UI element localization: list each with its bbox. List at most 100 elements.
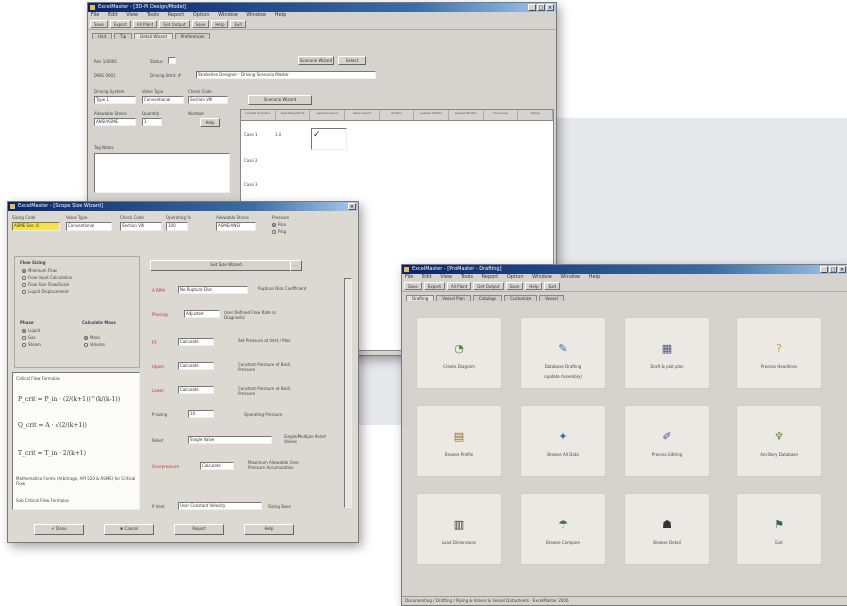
menu-tools[interactable]: Tools (147, 12, 159, 18)
check-code-select[interactable]: Section VIII (120, 222, 162, 231)
close-button[interactable]: × (546, 4, 554, 11)
right-row-select[interactable]: Single Valve (188, 436, 272, 444)
cancel-button[interactable]: ✖ Cancel (104, 524, 154, 535)
tile-ancillary-database[interactable]: ♆ Ancillary Database (736, 405, 822, 477)
flow-option-scale[interactable]: Flow Size Flow/Scale (22, 282, 69, 287)
tile-browse-all-data[interactable]: ✦ Browse All Data (520, 405, 606, 477)
toolbar-export-button[interactable]: Export (423, 282, 445, 290)
scrollbar[interactable] (344, 278, 352, 508)
toolbar-all-plant-button[interactable]: All Plant (132, 20, 158, 28)
tile-draft-plot-plan[interactable]: ▦ Draft & plot plan (624, 317, 710, 389)
grid-header-cell[interactable]: Operating Mode (276, 110, 311, 120)
right-row-select[interactable]: User Constant Velocity (178, 502, 262, 510)
flow-option-input[interactable]: Flow Input Calculation (22, 275, 72, 280)
toolbar-save-2-button[interactable]: Save (505, 282, 524, 290)
minimize-button[interactable]: _ (820, 266, 828, 273)
sizing-code-select[interactable]: ASME Sec. 8 (12, 222, 60, 231)
back-window-titlebar[interactable]: ExcelMaster - [3D-Pi Design/Model] _ □ × (88, 3, 556, 12)
menu-window[interactable]: Window (218, 12, 238, 18)
toolbar-export-button[interactable]: Export (109, 20, 131, 28)
minimize-button[interactable]: _ (528, 4, 536, 11)
status-checkbox[interactable] (168, 57, 176, 64)
phase-option-steam[interactable]: Steam (22, 342, 41, 347)
calc-option-mass[interactable]: Mass (84, 335, 100, 340)
menu-file[interactable]: File (91, 12, 99, 18)
scenario-wizard-button[interactable]: Scenario Wizard (248, 95, 312, 105)
menu-edit[interactable]: Edit (422, 274, 432, 280)
select-button[interactable]: Select (338, 56, 366, 65)
grid-header-cell[interactable]: Leaded Molten (449, 110, 484, 120)
menu-window-2[interactable]: Window (560, 274, 580, 280)
operating-field[interactable]: 100 (166, 222, 188, 231)
help-button[interactable]: Help (200, 118, 220, 127)
menu-help[interactable]: Help (589, 274, 600, 280)
grid-header-cell[interactable]: Molten (380, 110, 415, 120)
right-row-field[interactable]: Calculate (200, 462, 234, 470)
tile-database-drafting[interactable]: ✎ Database Drafting (update Assembly) (520, 317, 606, 389)
flow-option-minimum[interactable]: Minimum Flow (22, 268, 57, 273)
toolbar-save-2-button[interactable]: Save (191, 20, 210, 28)
menu-tools[interactable]: Tools (461, 274, 473, 280)
menu-option[interactable]: Option (193, 12, 210, 18)
tab-preferences[interactable]: Preferences (174, 33, 211, 39)
toolbar-save-button[interactable]: Save (404, 282, 422, 290)
report-button[interactable]: Report (174, 524, 224, 535)
maximize-button[interactable]: □ (829, 266, 837, 273)
maximize-button[interactable]: □ (537, 4, 545, 11)
right-row-field[interactable]: Adjusted (184, 310, 220, 318)
valve-type-select[interactable]: Conventional (142, 96, 184, 104)
menu-window-2[interactable]: Window (246, 12, 266, 18)
right-row-field[interactable]: Calculate (178, 386, 214, 394)
tab-tip[interactable]: Tip (114, 33, 133, 39)
valve-type-select[interactable]: Conventional (66, 222, 112, 231)
menu-view[interactable]: View (126, 12, 138, 18)
help-button[interactable]: Help (244, 524, 294, 535)
toolbar-help-button[interactable]: Help (525, 282, 543, 290)
sizing-wizard-titlebar[interactable]: ExcelMaster - [Scope Size Wizard] × (8, 202, 358, 211)
menu-view[interactable]: View (440, 274, 452, 280)
tab-drafting[interactable]: Drafting (406, 295, 435, 301)
tile-exit[interactable]: ⚑ Exit (736, 493, 822, 565)
allowable-select[interactable]: ANSI/ASME (94, 118, 136, 126)
get-size-wizard-button[interactable]: Get Size Wizard (150, 260, 302, 271)
menu-file[interactable]: File (405, 274, 413, 280)
tile-process-editing[interactable]: ✐ Process Editing (624, 405, 710, 477)
grid-header-cell[interactable]: Sizing (518, 110, 554, 120)
tile-browse-profile[interactable]: ▤ Browse Profile (416, 405, 502, 477)
allowable-select[interactable]: ASME/ANSI (216, 222, 256, 231)
right-row-field[interactable]: Calculate (178, 362, 214, 370)
calc-option-volume[interactable]: Volume (84, 342, 105, 347)
tab-vessel[interactable]: Vessel (539, 295, 564, 301)
tile-browse-detail[interactable]: ☗ Browse Detail (624, 493, 710, 565)
right-row-field[interactable]: 10 (188, 410, 214, 418)
check-code-select[interactable]: Section VIII (188, 96, 228, 104)
pressure-psig-radio[interactable]: Psig (272, 229, 286, 234)
right-row-select[interactable]: No Rupture Disc (178, 286, 248, 294)
close-button[interactable]: × (838, 266, 846, 273)
tab-detail-wizard[interactable]: Detail Wizard (134, 33, 173, 39)
more-button[interactable]: … (290, 260, 302, 271)
toolbar-all-plant-button[interactable]: All Plant (446, 282, 472, 290)
grid-cell-value[interactable]: 1.0 (275, 132, 281, 137)
tab-customize[interactable]: Customize (504, 295, 538, 301)
driving-stmt-select[interactable]: Strokeline Designer · Driving Scenario M… (196, 71, 376, 79)
tab-catalogs[interactable]: Catalogs (472, 295, 503, 301)
toolbar-help-button[interactable]: Help (211, 20, 229, 28)
grid-header-cell[interactable]: Valve Liquid (345, 110, 380, 120)
menu-window[interactable]: Window (532, 274, 552, 280)
tile-browse-compare[interactable]: ☂ Browse Compare (520, 493, 606, 565)
toolbar-save-button[interactable]: Save (90, 20, 108, 28)
pressure-psia-radio[interactable]: Psia (272, 222, 286, 227)
toolbar-get-output-button[interactable]: Get Output (159, 20, 190, 28)
tag-notes-textarea[interactable] (94, 153, 230, 193)
menu-report[interactable]: Report (168, 12, 185, 18)
scenario-button[interactable]: Scenario Wizard (298, 56, 334, 65)
done-button[interactable]: ✔ Done (34, 524, 84, 535)
toolbar-exit-button[interactable]: Exit (230, 20, 247, 28)
quantity-field[interactable]: 1 (142, 118, 162, 126)
menu-help[interactable]: Help (275, 12, 286, 18)
flow-option-liquid[interactable]: Liquid Displacement (22, 289, 69, 294)
tile-process-headlines[interactable]: ? Process Headlines (736, 317, 822, 389)
phase-option-liquid[interactable]: Liquid (22, 328, 40, 333)
menu-edit[interactable]: Edit (108, 12, 118, 18)
